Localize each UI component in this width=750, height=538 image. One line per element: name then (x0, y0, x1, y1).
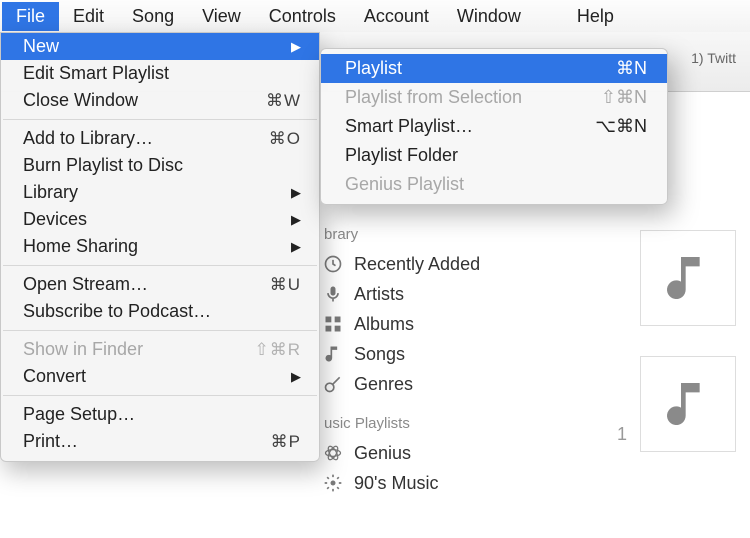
menu-item-label: Convert (23, 366, 86, 387)
menu-item-label: Close Window (23, 90, 138, 111)
menu-help[interactable]: Help (563, 2, 628, 31)
menu-shortcut: ⌘U (270, 275, 301, 295)
menu-shortcut: ⌥⌘N (595, 116, 647, 137)
submenu-arrow-icon: ▶ (291, 39, 301, 55)
menubar: File Edit Song View Controls Account Win… (0, 0, 750, 32)
file-menu-item[interactable]: Home Sharing ▶ (1, 233, 319, 260)
library-item[interactable]: 90's Music (322, 468, 480, 498)
menu-item-label: Home Sharing (23, 236, 138, 257)
gear-icon (322, 472, 344, 494)
menu-item-label: Print… (23, 431, 78, 452)
file-menu-item: Show in Finder ⇧⌘R (1, 336, 319, 363)
file-menu-item[interactable]: Burn Playlist to Disc (1, 152, 319, 179)
library-item[interactable]: Songs (322, 339, 480, 369)
menu-item-label: Edit Smart Playlist (23, 63, 169, 84)
menu-item-label: Burn Playlist to Disc (23, 155, 183, 176)
menu-item-label: Open Stream… (23, 274, 148, 295)
library-item[interactable]: Genius (322, 438, 480, 468)
menu-shortcut: ⌘N (616, 58, 647, 79)
library-item[interactable]: Artists (322, 279, 480, 309)
menu-window[interactable]: Window (443, 2, 535, 31)
menu-item-label: Add to Library… (23, 128, 153, 149)
file-menu-item[interactable]: Subscribe to Podcast… (1, 298, 319, 325)
guitar-icon (322, 373, 344, 395)
grid-icon (322, 313, 344, 335)
menu-shortcut: ⌘W (266, 91, 301, 111)
file-menu-item[interactable]: Open Stream… ⌘U (1, 271, 319, 298)
submenu-arrow-icon: ▶ (291, 212, 301, 228)
browser-tab-hint: 1) Twitt (691, 50, 736, 66)
menu-song[interactable]: Song (118, 2, 188, 31)
library-item-label: Genres (354, 374, 413, 395)
menu-item-label: Playlist (345, 58, 402, 79)
mic-icon (322, 283, 344, 305)
album-card[interactable] (640, 230, 736, 326)
library-item-label: 90's Music (354, 473, 438, 494)
file-menu-item[interactable]: Convert ▶ (1, 363, 319, 390)
menu-item-label: Show in Finder (23, 339, 143, 360)
menu-item-label: Page Setup… (23, 404, 135, 425)
new-submenu-item[interactable]: Playlist ⌘N (321, 54, 667, 83)
music-note-icon (660, 250, 716, 306)
file-menu-dropdown: New ▶ Edit Smart Playlist Close Window ⌘W Add… (0, 32, 320, 462)
library-sidebar-partial: brary Recently Added Artists Albums Songs Ge… (322, 210, 480, 498)
new-submenu-item[interactable]: Smart Playlist… ⌥⌘N (321, 112, 667, 141)
atom-icon (322, 442, 344, 464)
menu-shortcut: ⇧⌘R (254, 340, 301, 360)
card-index: 1 (617, 424, 627, 445)
file-menu-item[interactable]: Page Setup… (1, 401, 319, 428)
library-item-label: Genius (354, 443, 411, 464)
submenu-arrow-icon: ▶ (291, 369, 301, 385)
menu-controls[interactable]: Controls (255, 2, 350, 31)
library-header: brary (324, 226, 480, 243)
library-item[interactable]: Albums (322, 309, 480, 339)
file-menu-item[interactable]: Devices ▶ (1, 206, 319, 233)
album-cards: 1 (640, 230, 736, 452)
menu-separator (3, 330, 317, 331)
new-submenu-item: Playlist from Selection ⇧⌘N (321, 83, 667, 112)
menu-item-label: Devices (23, 209, 87, 230)
menu-item-label: Smart Playlist… (345, 116, 473, 137)
spark-icon[interactable] (535, 3, 563, 29)
submenu-arrow-icon: ▶ (291, 239, 301, 255)
library-item-label: Artists (354, 284, 404, 305)
file-menu-item[interactable]: Print… ⌘P (1, 428, 319, 455)
note-icon (322, 343, 344, 365)
menu-separator (3, 395, 317, 396)
submenu-arrow-icon: ▶ (291, 185, 301, 201)
new-submenu-item[interactable]: Playlist Folder (321, 141, 667, 170)
file-menu-item[interactable]: New ▶ (1, 33, 319, 60)
library-item-label: Recently Added (354, 254, 480, 275)
menu-item-label: Genius Playlist (345, 174, 464, 195)
menu-item-label: Playlist Folder (345, 145, 458, 166)
menu-item-label: Playlist from Selection (345, 87, 522, 108)
menu-shortcut: ⌘O (269, 129, 301, 149)
file-menu-item[interactable]: Edit Smart Playlist (1, 60, 319, 87)
file-menu-item[interactable]: Library ▶ (1, 179, 319, 206)
menu-separator (3, 119, 317, 120)
menu-item-label: Library (23, 182, 78, 203)
menu-file[interactable]: File (2, 2, 59, 31)
library-item[interactable]: Recently Added (322, 249, 480, 279)
clock-icon (322, 253, 344, 275)
file-menu-item[interactable]: Add to Library… ⌘O (1, 125, 319, 152)
music-note-icon (660, 376, 716, 432)
library-item-label: Albums (354, 314, 414, 335)
menu-item-label: Subscribe to Podcast… (23, 301, 211, 322)
menu-separator (3, 265, 317, 266)
menu-view[interactable]: View (188, 2, 255, 31)
album-card[interactable]: 1 (640, 356, 736, 452)
menu-shortcut: ⇧⌘N (601, 87, 647, 108)
menu-edit[interactable]: Edit (59, 2, 118, 31)
menu-item-label: New (23, 36, 59, 57)
playlists-header: usic Playlists (324, 415, 480, 432)
new-submenu-item: Genius Playlist (321, 170, 667, 199)
library-item-label: Songs (354, 344, 405, 365)
file-menu-item[interactable]: Close Window ⌘W (1, 87, 319, 114)
menu-shortcut: ⌘P (271, 432, 301, 452)
library-item[interactable]: Genres (322, 369, 480, 399)
new-submenu: Playlist ⌘N Playlist from Selection ⇧⌘N Smar… (320, 48, 668, 205)
menu-account[interactable]: Account (350, 2, 443, 31)
